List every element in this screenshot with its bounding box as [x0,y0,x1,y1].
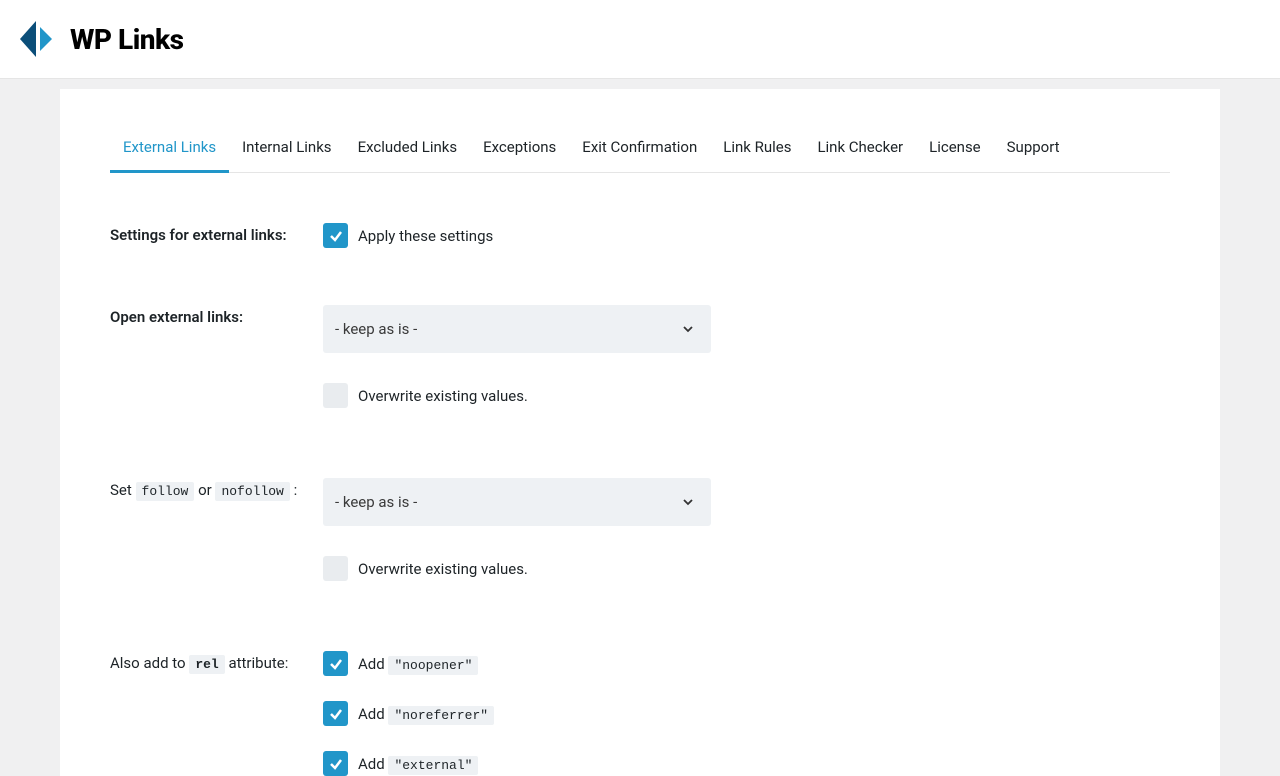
select-follow-value: - keep as is - [335,493,417,511]
tab-excluded-links[interactable]: Excluded Links [345,124,471,173]
checkbox-external[interactable] [323,751,348,776]
checkbox-overwrite-open[interactable] [323,383,348,408]
label-overwrite-open: Overwrite existing values. [358,387,528,405]
tab-exceptions[interactable]: Exceptions [470,124,569,173]
code-rel: rel [189,655,224,674]
tab-link-checker[interactable]: Link Checker [804,124,916,173]
label-apply-settings: Apply these settings [358,227,493,245]
settings-area: Settings for external links: Apply these… [110,173,1170,776]
or-text: or [198,481,212,499]
attribute-suffix: attribute: [228,654,288,672]
set-prefix: Set [110,481,132,499]
tab-support[interactable]: Support [994,124,1073,173]
label-set-follow: Set follow or nofollow : [110,478,323,499]
code-nofollow: nofollow [215,482,289,501]
tabs: External Links Internal Links Excluded L… [110,124,1170,173]
code-noopener: "noopener" [388,656,478,675]
wp-links-logo-icon [18,19,58,59]
tab-link-rules[interactable]: Link Rules [710,124,804,173]
also-add-prefix: Also add to [110,654,186,672]
chevron-down-icon [681,495,695,509]
colon-text: : [294,481,298,499]
add-word: Add [358,655,385,673]
tab-external-links[interactable]: External Links [110,124,229,173]
select-open-external[interactable]: - keep as is - [323,305,711,353]
brand-name: WP Links [70,23,184,56]
select-open-external-value: - keep as is - [335,320,417,338]
tab-internal-links[interactable]: Internal Links [229,124,344,173]
label-external-settings: Settings for external links: [110,223,323,244]
checkbox-noopener[interactable] [323,651,348,676]
checkbox-overwrite-follow[interactable] [323,556,348,581]
tab-exit-confirmation[interactable]: Exit Confirmation [569,124,710,173]
top-bar: WP Links [0,0,1280,79]
label-noopener: Add "noopener" [358,655,478,673]
label-overwrite-follow: Overwrite existing values. [358,560,528,578]
code-noreferrer: "noreferrer" [388,706,494,725]
tab-license[interactable]: License [916,124,994,173]
checkbox-apply-settings[interactable] [323,223,348,248]
chevron-down-icon [681,322,695,336]
select-follow[interactable]: - keep as is - [323,478,711,526]
code-external: "external" [388,756,478,775]
label-external: Add "external" [358,755,478,773]
label-open-external: Open external links: [110,305,323,326]
settings-card: External Links Internal Links Excluded L… [60,89,1220,776]
brand-logo: WP Links [18,19,184,59]
checkbox-noreferrer[interactable] [323,701,348,726]
add-word: Add [358,755,385,773]
code-follow: follow [136,482,195,501]
label-also-rel: Also add to rel attribute: [110,651,323,672]
